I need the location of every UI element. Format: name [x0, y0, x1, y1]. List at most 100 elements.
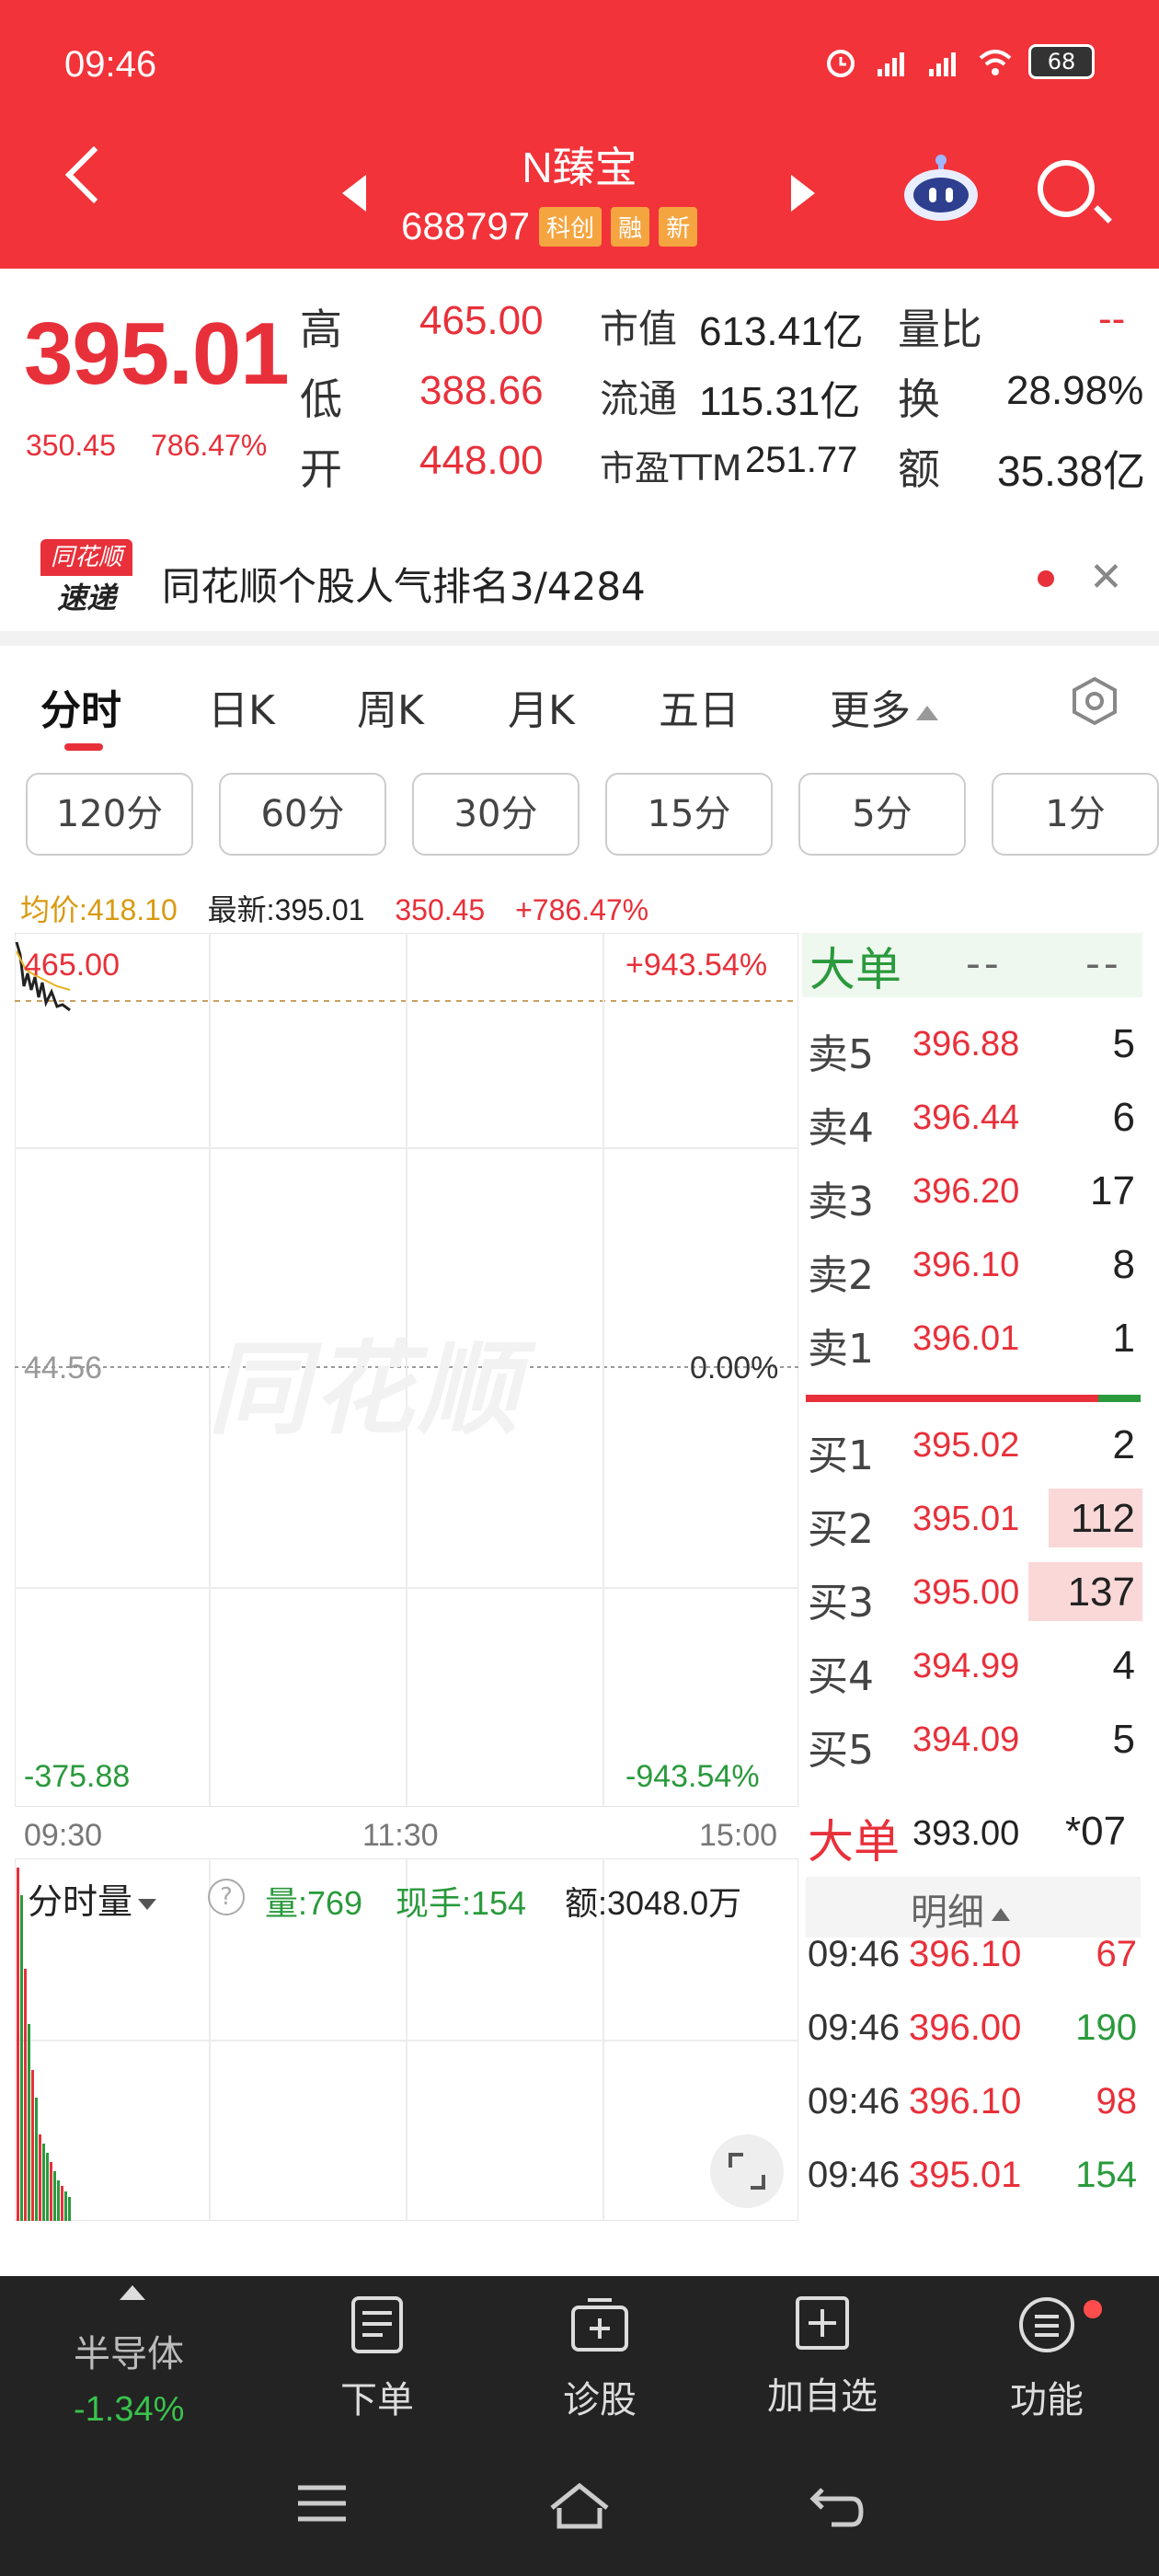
period-15min[interactable]: 15分 [605, 773, 773, 856]
bid-row-5[interactable]: 买5 394.09 5 [808, 1704, 1142, 1777]
ask-row-3[interactable]: 卖3 396.20 17 [808, 1156, 1142, 1229]
nav-label: 功能 [1010, 2379, 1084, 2421]
big-order-title: 大单 [809, 943, 901, 996]
tick-row: 09:46 396.00 190 [808, 1996, 1141, 2070]
bid-row-2[interactable]: 买2 395.01 112 [808, 1483, 1142, 1557]
tick-price: 396.00 [909, 2007, 1022, 2048]
tab-more-label: 更多 [830, 687, 911, 734]
close-icon[interactable]: ✕ [1089, 554, 1123, 601]
latest-price: 最新:395.01 [207, 893, 365, 926]
tab-five-day[interactable]: 五日 [659, 677, 740, 736]
sector-change: -1.34% [74, 2390, 185, 2429]
volume-value: 量:769 [265, 1884, 363, 1922]
period-30min[interactable]: 30分 [412, 773, 580, 856]
tab-intraday[interactable]: 分时 [40, 677, 121, 736]
tab-weekly-k[interactable]: 周K [357, 677, 424, 736]
home-icon[interactable] [546, 2480, 613, 2532]
news-logo-top: 同花顺 [40, 539, 132, 576]
nav-add-watchlist[interactable]: 加自选 [749, 2294, 896, 2420]
bid-label: 买3 [808, 1580, 874, 1627]
ask-volume: 6 [1112, 1095, 1135, 1140]
ask-volume: 17 [1090, 1168, 1135, 1213]
menu-circle-icon [1019, 2297, 1074, 2352]
settings-icon[interactable] [1069, 675, 1120, 727]
nav-place-order[interactable]: 下单 [304, 2294, 451, 2423]
mktcap-value: 613.41亿 [699, 309, 864, 354]
y-bottom-price: -375.88 [24, 1759, 131, 1794]
volume-indicator-dropdown[interactable]: 分时量 [28, 1873, 157, 1924]
assistant-robot-icon[interactable] [901, 153, 981, 223]
ask-row-4[interactable]: 卖4 396.44 6 [808, 1082, 1142, 1156]
big-order-price: 393.00 [912, 1814, 1020, 1853]
mktcap-label: 市值 [600, 306, 678, 351]
help-icon[interactable]: ? [208, 1879, 245, 1915]
bid-label: 买4 [808, 1653, 874, 1700]
amount-label: 额 [898, 444, 940, 494]
low-value: 388.66 [419, 368, 544, 413]
float-value: 115.31亿 [699, 379, 861, 424]
period-1min[interactable]: 1分 [992, 773, 1159, 856]
search-icon[interactable] [1038, 160, 1095, 217]
caret-up-icon [916, 706, 938, 720]
nav-diagnose[interactable]: 诊股 [526, 2294, 673, 2423]
period-120min[interactable]: 120分 [26, 773, 193, 856]
high-label: 高 [300, 305, 342, 354]
ask-volume: 8 [1112, 1242, 1135, 1287]
watermark: 同花顺 [208, 1330, 522, 1448]
bid-row-4[interactable]: 买4 394.99 4 [808, 1630, 1142, 1704]
system-back-icon[interactable] [809, 2480, 865, 2532]
order-form-icon [351, 2296, 403, 2353]
ask-row-5[interactable]: 卖5 396.88 5 [808, 1008, 1142, 1082]
ask-price: 396.01 [912, 1319, 1020, 1358]
bid-row-3[interactable]: 买3 395.00 137 [808, 1557, 1142, 1630]
book-divider-green [1098, 1395, 1141, 1402]
bid-price: 394.09 [912, 1720, 1020, 1759]
low-label: 低 [300, 374, 342, 424]
tick-volume: 67 [1096, 1934, 1138, 1974]
prev-stock-icon[interactable] [342, 175, 366, 212]
caret-up-icon[interactable] [120, 2285, 145, 2300]
high-value: 465.00 [419, 298, 544, 343]
ask-price: 396.88 [912, 1025, 1020, 1064]
recent-apps-icon[interactable] [294, 2480, 350, 2526]
y-bottom-pct: -943.54% [625, 1759, 760, 1794]
tab-daily-k[interactable]: 日K [208, 677, 275, 736]
tag-margin: 融 [611, 206, 650, 247]
tab-monthly-k[interactable]: 月K [508, 677, 575, 736]
expand-icon[interactable] [710, 2134, 784, 2208]
turnover-value: 28.98% [1006, 368, 1144, 413]
next-stock-icon[interactable] [791, 175, 815, 212]
amount-value: 35.38亿 [997, 447, 1146, 495]
open-label: 开 [300, 444, 342, 494]
bid-volume: 112 [1070, 1496, 1135, 1541]
ask-price: 396.20 [912, 1172, 1020, 1211]
tab-more[interactable]: 更多 [830, 677, 938, 736]
ask-volume: 5 [1112, 1021, 1135, 1066]
caret-up-icon [992, 1908, 1010, 1921]
tick-row: 09:46 396.10 67 [808, 1923, 1141, 1996]
volume-indicator-label: 分时量 [28, 1881, 133, 1922]
tick-time: 09:46 [808, 2155, 901, 2195]
ask-label: 卖1 [808, 1326, 874, 1373]
notification-dot [1084, 2300, 1102, 2318]
ask-row-2[interactable]: 卖2 396.10 8 [808, 1229, 1142, 1303]
intraday-info: 均价:418.10 最新:395.01 350.45 +786.47% [20, 887, 671, 929]
ask-price: 396.10 [912, 1246, 1020, 1284]
wifi-icon [979, 50, 1012, 75]
float-label: 流通 [600, 376, 678, 421]
stock-name: N臻宝 [522, 144, 637, 191]
sector-name[interactable]: 半导体 [74, 2324, 184, 2377]
app-header: 09:46 68 N臻宝 688797 科创 融 新 [0, 0, 1159, 269]
nav-label: 诊股 [563, 2379, 637, 2421]
status-time: 09:46 [64, 44, 157, 85]
news-text[interactable]: 同花顺个股人气排名3/4284 [162, 556, 646, 612]
bid-row-1[interactable]: 买1 395.02 2 [808, 1409, 1142, 1483]
tag-new: 新 [659, 206, 698, 247]
now-hand-value: 现手:154 [396, 1884, 527, 1922]
bid-volume: 5 [1112, 1717, 1135, 1762]
ask-row-1[interactable]: 卖1 396.01 1 [808, 1303, 1142, 1376]
back-icon[interactable] [64, 145, 123, 204]
period-5min[interactable]: 5分 [798, 773, 966, 856]
x-mid-time: 11:30 [362, 1818, 439, 1853]
period-60min[interactable]: 60分 [219, 773, 386, 856]
